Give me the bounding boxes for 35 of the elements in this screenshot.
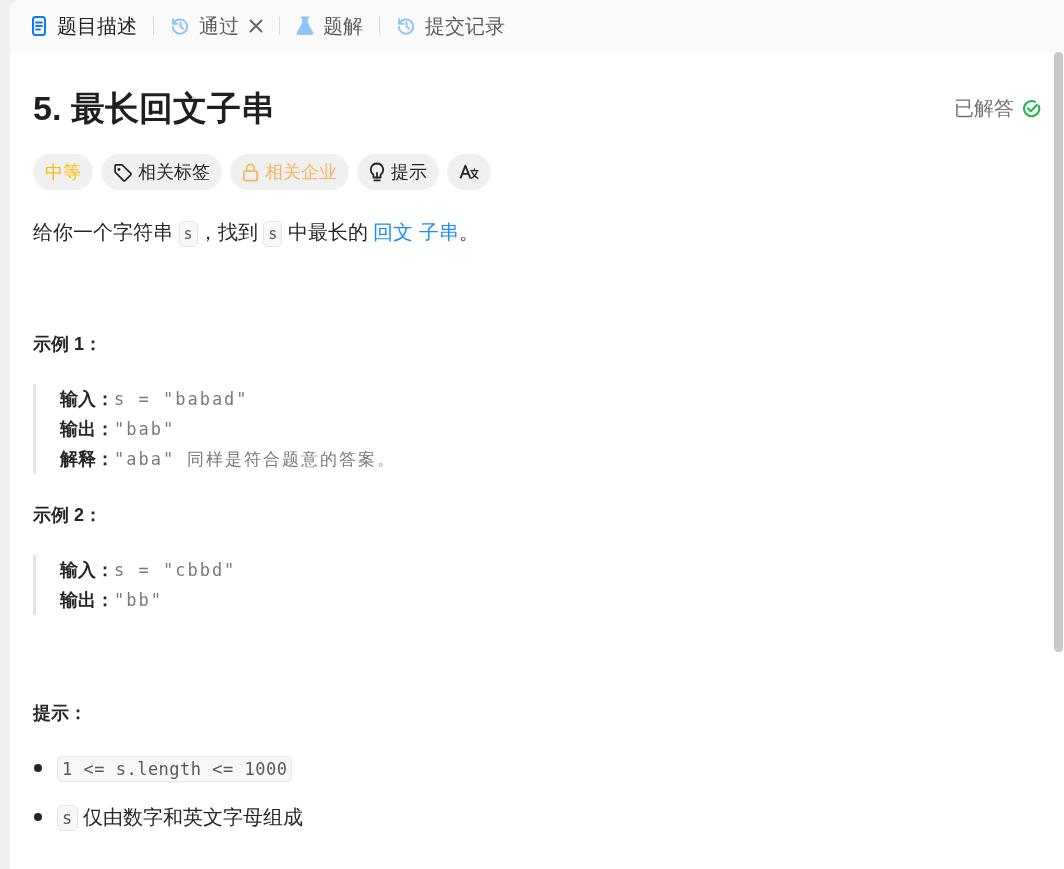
problem-title: 5. 最长回文子串 [33, 88, 275, 129]
scrollbar-thumb[interactable] [1054, 52, 1063, 652]
example-line: 输入：s = "cbbd" [60, 559, 238, 582]
hint-button[interactable]: 提示 [357, 154, 439, 190]
tab[interactable]: 题目描述 [20, 12, 149, 40]
example-line: 解释："aba" 同样是符合题意的答案。 [60, 448, 398, 471]
translate-button[interactable] [447, 154, 491, 190]
example-heading: 示例 2： [33, 504, 103, 527]
example-line: 输出："bab" [60, 418, 177, 441]
example-line: 输出："bb" [60, 589, 164, 612]
lock-icon [242, 162, 259, 182]
bullet-icon [34, 764, 42, 772]
constraint-text: s 仅由数字和英文字母组成 [57, 802, 304, 832]
close-icon[interactable] [249, 19, 263, 33]
bullet-icon [34, 813, 42, 821]
tab[interactable]: 提交记录 [384, 12, 517, 40]
document-icon [32, 16, 46, 36]
flask-icon [296, 16, 314, 36]
tag-icon [113, 162, 132, 182]
constraint-text: 1 <= s.length <= 1000 [57, 753, 293, 783]
tab[interactable]: 题解 [284, 12, 375, 40]
example-line: 输入：s = "babad" [60, 388, 250, 411]
history-icon [396, 16, 416, 36]
tab[interactable]: 通过 [158, 12, 251, 40]
solved-status: 已解答 [954, 96, 1014, 121]
term-link[interactable]: 回文 [373, 221, 414, 243]
translate-icon [459, 163, 479, 181]
history-icon [170, 16, 190, 36]
term-link[interactable]: 子串 [419, 221, 460, 243]
example-heading: 示例 1： [33, 333, 103, 356]
problem-description: 给你一个字符串 s ，找到 s 中最长的 回文 子串。 [33, 217, 1041, 249]
constraints-heading: 提示： [33, 702, 88, 725]
lightbulb-icon [369, 162, 385, 182]
difficulty-tag: 中等 [33, 154, 93, 190]
related-tags-button[interactable]: 相关标签 [101, 154, 222, 190]
